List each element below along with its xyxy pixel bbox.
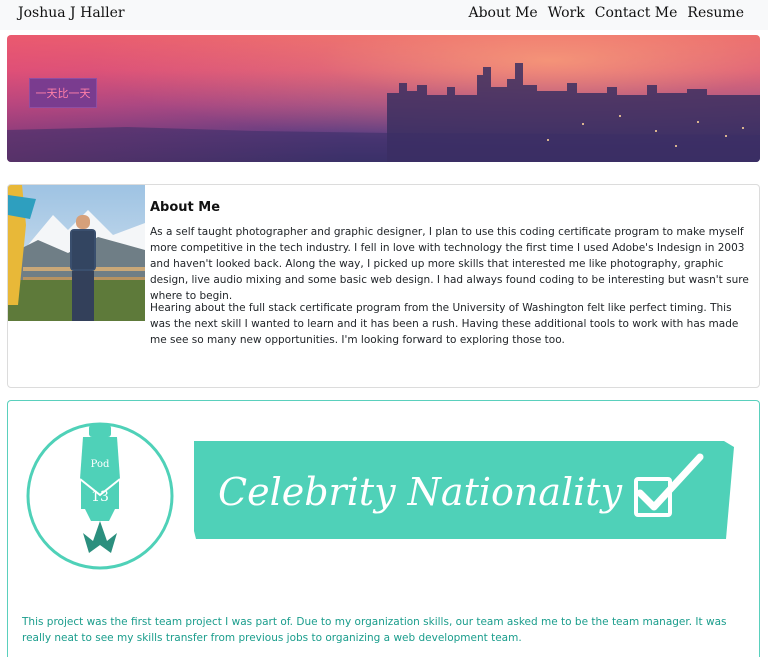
hero-banner: 一天比一天 — [7, 35, 760, 162]
city-skyline-image — [7, 63, 760, 162]
banner-title: Celebrity Nationality — [218, 470, 623, 514]
about-paragraph-1: As a self taught photographer and graphi… — [150, 226, 749, 302]
about-paragraph-2: Hearing about the full stack certificate… — [150, 302, 739, 346]
about-me-title: About Me — [150, 200, 221, 215]
project-card[interactable]: Pod 13 Celebrity Nationality This projec… — [7, 400, 760, 657]
project-description: This project was the first team project … — [22, 616, 727, 644]
nav-link-work[interactable]: Work — [548, 5, 585, 21]
hero-badge: 一天比一天 — [29, 78, 97, 108]
profile-photo — [8, 185, 145, 321]
pod-label: Pod — [91, 459, 110, 470]
pod-number: 13 — [91, 489, 109, 505]
about-me-card: About Me As a self taught photographer a… — [7, 184, 760, 388]
celebrity-nationality-banner: Celebrity Nationality — [194, 441, 734, 539]
brand-link[interactable]: Joshua J Haller — [18, 5, 125, 21]
nav-links: About Me Work Contact Me Resume — [468, 5, 744, 21]
nav-link-resume[interactable]: Resume — [687, 5, 744, 21]
pod-13-rocket-logo: Pod 13 — [26, 422, 174, 570]
navbar: Joshua J Haller About Me Work Contact Me… — [0, 0, 768, 30]
nav-link-about-me[interactable]: About Me — [468, 5, 537, 21]
nav-link-contact-me[interactable]: Contact Me — [595, 5, 678, 21]
